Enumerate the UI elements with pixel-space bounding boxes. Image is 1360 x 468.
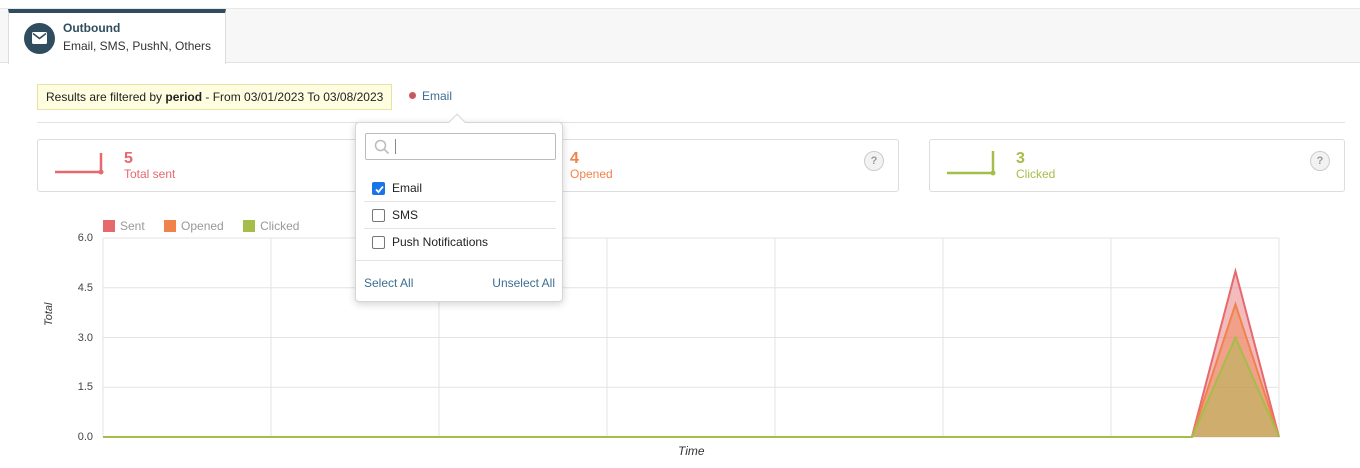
option-label: SMS <box>392 208 419 222</box>
channel-dropdown: Email SMS Push Notifications Select All … <box>355 113 563 302</box>
option-push-notifications[interactable]: Push Notifications <box>364 229 556 256</box>
text-cursor <box>395 139 396 154</box>
push-checkbox[interactable] <box>372 236 385 249</box>
option-sms[interactable]: SMS <box>364 202 556 229</box>
area-chart <box>102 237 1280 438</box>
option-label: Email <box>392 181 423 195</box>
search-icon <box>374 139 390 155</box>
series-line-opened <box>103 301 1280 438</box>
select-all-link[interactable]: Select All <box>364 276 413 290</box>
series-area-sent <box>103 271 1279 437</box>
channel-search-input[interactable] <box>365 133 556 160</box>
series-line-sent <box>103 267 1280 438</box>
unselect-all-link[interactable]: Unselect All <box>492 276 555 290</box>
option-email[interactable]: Email <box>364 175 556 202</box>
page: Outbound Email, SMS, PushN, Others Resul… <box>0 0 1360 468</box>
sms-checkbox[interactable] <box>372 209 385 222</box>
popup-divider <box>356 260 562 261</box>
option-label: Push Notifications <box>392 235 489 249</box>
series-area-opened <box>103 304 1279 437</box>
email-checkbox[interactable] <box>372 182 385 195</box>
